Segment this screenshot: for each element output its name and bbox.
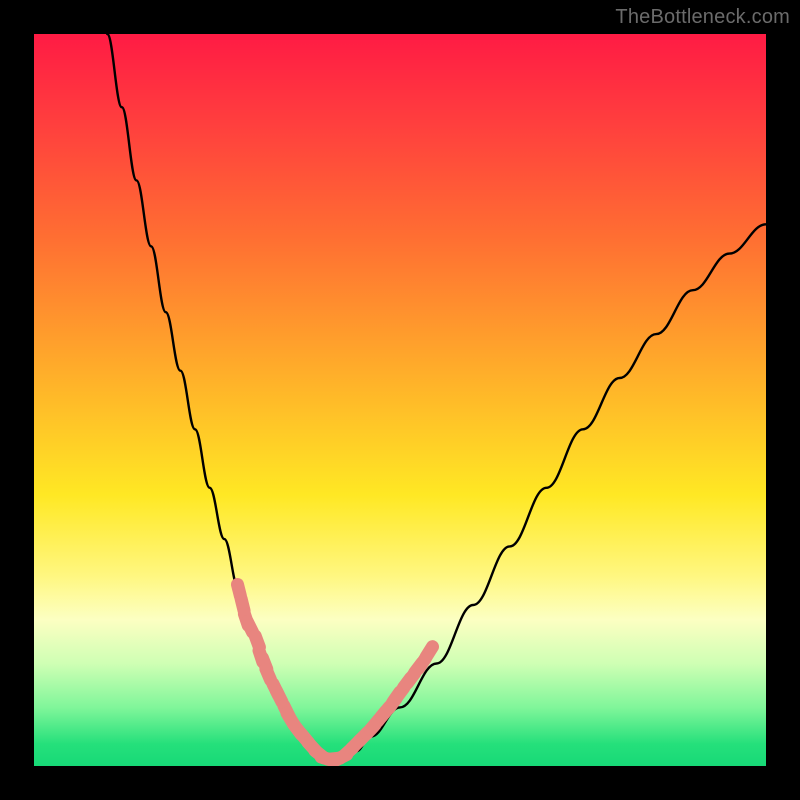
chart-frame: TheBottleneck.com [0, 0, 800, 800]
marker-group [238, 585, 433, 761]
chart-svg [34, 34, 766, 766]
marker-point [426, 647, 432, 657]
chart-plot-area [34, 34, 766, 766]
attribution-label: TheBottleneck.com [615, 6, 790, 29]
